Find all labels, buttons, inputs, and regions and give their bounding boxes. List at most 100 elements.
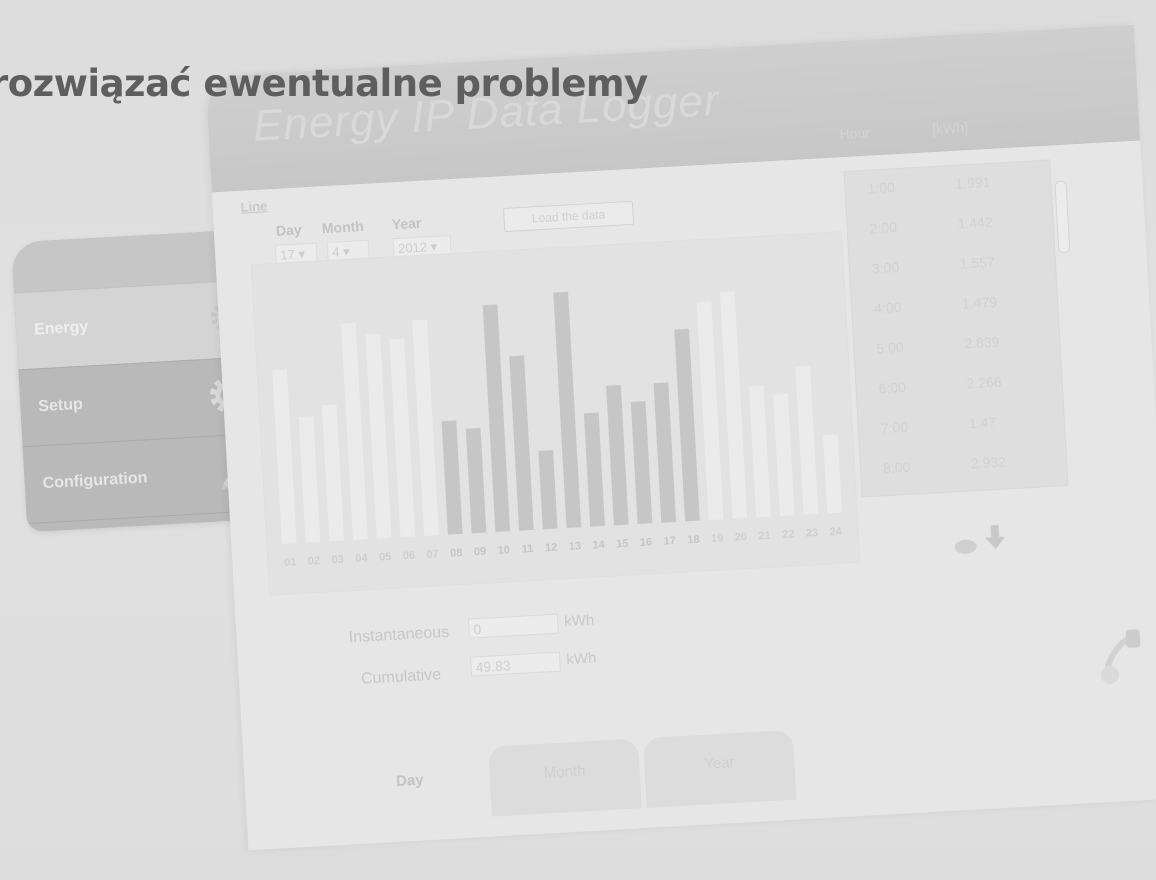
chart-bar bbox=[719, 291, 748, 519]
kwh-cell: 2.932 bbox=[970, 453, 1007, 472]
chart-bar bbox=[630, 401, 653, 525]
cumulative-unit: kWh bbox=[565, 649, 597, 669]
hour-cell: 6:00 bbox=[878, 378, 907, 397]
x-tick-label: 01 bbox=[284, 556, 297, 569]
x-tick-label: 07 bbox=[426, 548, 439, 561]
chart-bar bbox=[389, 338, 416, 538]
plug-icon bbox=[1095, 625, 1149, 693]
cumulative-label: Cumulative bbox=[360, 666, 442, 688]
hour-cell: 4:00 bbox=[873, 299, 902, 317]
chart-bar bbox=[465, 427, 487, 534]
hour-cell: 8:00 bbox=[882, 458, 911, 477]
chart-bar bbox=[553, 291, 582, 529]
x-tick-label: 23 bbox=[806, 527, 819, 540]
page-title: rozwiązać ewentualne problemy bbox=[0, 62, 648, 105]
x-tick-label: 16 bbox=[640, 536, 653, 549]
kwh-cell: 2.266 bbox=[966, 373, 1002, 392]
day-value: 17 bbox=[279, 246, 296, 263]
month-label: Month bbox=[321, 217, 365, 237]
scrollbar-thumb[interactable] bbox=[1054, 180, 1071, 254]
chart-bar bbox=[365, 333, 392, 539]
chevron-down-icon: ▾ bbox=[297, 246, 306, 262]
hourly-table: 1:00 1.991 2:00 1.442 3:00 1.557 4:00 1.… bbox=[843, 159, 1069, 498]
x-tick-label: 20 bbox=[734, 531, 747, 544]
x-tick-label: 09 bbox=[474, 546, 487, 559]
instantaneous-unit: kWh bbox=[563, 611, 595, 631]
x-tick-label: 05 bbox=[379, 551, 392, 564]
x-tick-label: 19 bbox=[711, 532, 724, 545]
x-tick-label: 13 bbox=[568, 540, 581, 553]
hour-cell: 1:00 bbox=[867, 179, 896, 197]
chart-bar bbox=[509, 355, 534, 531]
x-tick-label: 22 bbox=[782, 528, 795, 541]
kwh-cell: 1.47 bbox=[968, 413, 997, 432]
chart-bar bbox=[773, 393, 795, 517]
hour-column-header: Hour bbox=[838, 124, 871, 143]
chart-bar bbox=[606, 385, 629, 526]
x-tick-label: 21 bbox=[758, 530, 771, 543]
chart-bar bbox=[795, 365, 819, 515]
instantaneous-label: Instantaneous bbox=[348, 623, 450, 647]
x-tick-label: 24 bbox=[829, 526, 843, 539]
kwh-cell: 1.442 bbox=[957, 213, 994, 232]
x-tick-label: 06 bbox=[402, 550, 415, 563]
bar-chart: 01 02 03 04 05 06 07 08 09 10 11 12 13 14 15 16 17 18 19 20… bbox=[250, 231, 861, 596]
instantaneous-field: 0 bbox=[467, 613, 559, 639]
kwh-cell: 1.479 bbox=[961, 293, 998, 312]
chart-bar bbox=[674, 328, 700, 522]
bar-chart-svg: 01 02 03 04 05 06 07 08 09 10 11 12 13 14 15 16 17 18 19 20… bbox=[272, 291, 843, 569]
x-tick-label: 17 bbox=[663, 535, 676, 548]
chart-bar bbox=[748, 385, 771, 518]
x-tick-label: 14 bbox=[592, 539, 606, 552]
main-panel: Energy IP Data Logger Line Day Month Yea… bbox=[205, 24, 1156, 851]
sidebar-item-label: Energy bbox=[33, 318, 89, 339]
chart-bar bbox=[538, 450, 558, 530]
chart-bar bbox=[653, 382, 677, 523]
x-tick-label: 18 bbox=[687, 534, 700, 547]
chart-bar bbox=[340, 322, 368, 540]
x-tick-label: 15 bbox=[616, 538, 629, 551]
day-label: Day bbox=[275, 221, 303, 239]
chart-bar bbox=[298, 416, 321, 543]
x-tick-label: 08 bbox=[450, 547, 463, 560]
cumulative-field: 49.83 bbox=[470, 651, 561, 677]
cloud-icon[interactable] bbox=[952, 539, 983, 560]
tab-month[interactable]: Month bbox=[488, 738, 642, 817]
kwh-cell: 1.557 bbox=[959, 253, 996, 272]
kwh-column-header: [kWh] bbox=[931, 119, 969, 137]
year-label: Year bbox=[391, 214, 422, 233]
x-tick-label: 03 bbox=[331, 554, 344, 567]
download-icon[interactable] bbox=[983, 524, 1010, 557]
x-tick-label: 10 bbox=[497, 544, 510, 557]
sidebar-item-label: Configuration bbox=[42, 469, 148, 493]
chevron-down-icon: ▾ bbox=[342, 243, 350, 260]
hour-cell: 7:00 bbox=[880, 418, 909, 437]
year-value: 2012 bbox=[397, 239, 428, 256]
chart-bar bbox=[321, 404, 345, 542]
chart-bar bbox=[412, 319, 439, 536]
kwh-cell: 1.991 bbox=[954, 173, 991, 192]
tab-year[interactable]: Year bbox=[642, 729, 797, 808]
month-value: 4 bbox=[331, 244, 340, 260]
load-data-button[interactable]: Load the data bbox=[503, 200, 635, 233]
hour-cell: 5:00 bbox=[875, 338, 905, 357]
chart-bar bbox=[441, 420, 463, 535]
chart-bar bbox=[583, 412, 605, 527]
chevron-down-icon: ▾ bbox=[430, 238, 438, 255]
line-link[interactable]: Line bbox=[240, 198, 268, 214]
chart-bar bbox=[272, 369, 297, 544]
tab-day[interactable]: Day bbox=[333, 747, 487, 826]
x-tick-label: 12 bbox=[545, 542, 558, 555]
chart-bar bbox=[696, 301, 724, 521]
x-tick-label: 11 bbox=[521, 543, 533, 556]
x-tick-label: 04 bbox=[355, 552, 369, 565]
x-tick-label: 02 bbox=[308, 555, 321, 568]
kwh-cell: 2.839 bbox=[963, 333, 1000, 352]
sidebar-item-label: Setup bbox=[37, 395, 84, 416]
chart-bar bbox=[482, 304, 511, 533]
app-screenshot: Energy Setup Configuration Energy IP Dat… bbox=[0, 0, 1156, 880]
chart-bar bbox=[822, 434, 843, 514]
hour-cell: 2:00 bbox=[869, 219, 898, 237]
hour-cell: 3:00 bbox=[871, 259, 900, 277]
export-icons bbox=[951, 522, 1009, 560]
